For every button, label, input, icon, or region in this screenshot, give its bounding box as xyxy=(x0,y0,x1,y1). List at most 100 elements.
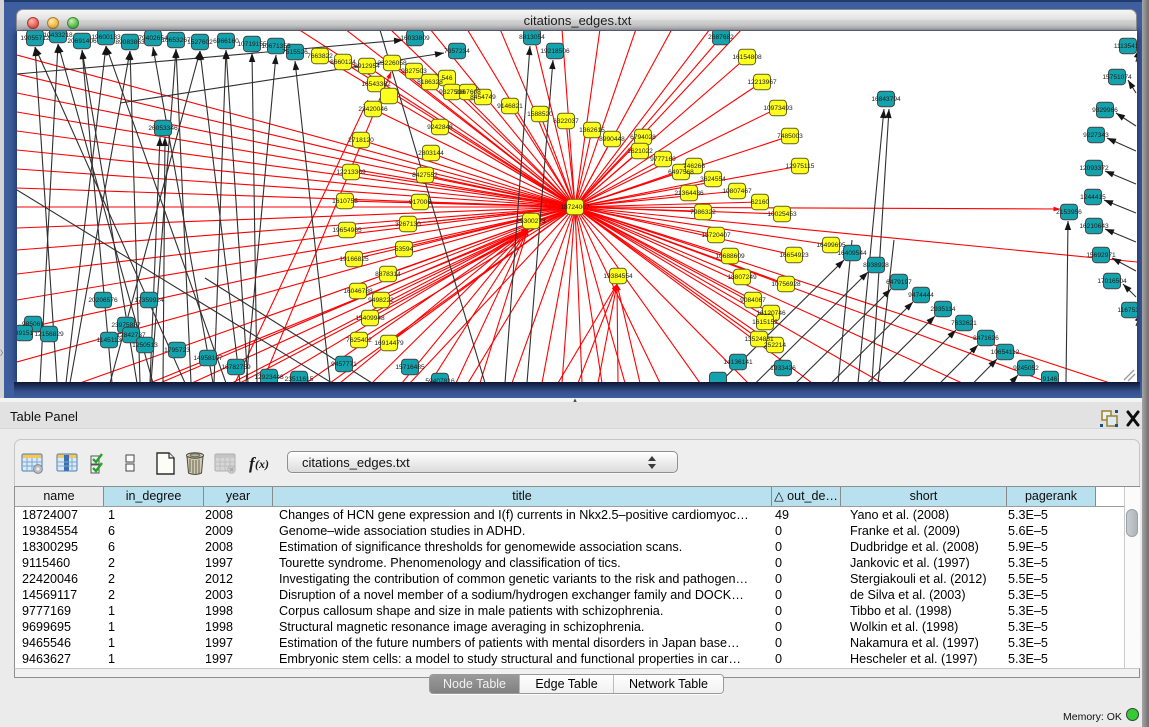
svg-text:19654965: 19654965 xyxy=(332,227,362,234)
svg-text:9146821: 9146821 xyxy=(497,103,523,110)
svg-text:12975115: 12975115 xyxy=(786,163,815,170)
svg-text:8813054: 8813054 xyxy=(519,34,545,41)
svg-text:9329966: 9329966 xyxy=(1092,107,1118,114)
svg-text:546: 546 xyxy=(441,75,452,82)
svg-text:6794028: 6794028 xyxy=(630,134,656,141)
svg-text:21364436: 21364436 xyxy=(674,190,704,197)
svg-text:1615152: 1615152 xyxy=(752,319,778,326)
svg-text:2687682: 2687682 xyxy=(708,34,734,41)
svg-text:8938928: 8938928 xyxy=(863,262,889,269)
svg-text:1244415: 1244415 xyxy=(1080,194,1106,201)
svg-text:15720407: 15720407 xyxy=(701,232,731,239)
svg-text:8186328: 8186328 xyxy=(417,79,443,86)
svg-text:7357234: 7357234 xyxy=(444,48,470,55)
svg-text:18724007: 18724007 xyxy=(560,204,590,211)
svg-text:16914479: 16914479 xyxy=(374,340,404,347)
svg-text:62160: 62160 xyxy=(751,199,770,206)
svg-text:9227343: 9227343 xyxy=(1083,132,1109,139)
svg-text:23226058: 23226058 xyxy=(377,60,407,67)
svg-text:17359924: 17359924 xyxy=(134,297,164,304)
svg-text:10807467: 10807467 xyxy=(722,188,752,195)
svg-text:9084067: 9084067 xyxy=(740,297,766,304)
svg-text:16033809: 16033809 xyxy=(400,35,430,42)
svg-text:1145113: 1145113 xyxy=(97,337,122,344)
svg-text:7515526: 7515526 xyxy=(282,49,308,56)
svg-text:25300273: 25300273 xyxy=(516,218,546,225)
svg-text:8454749: 8454749 xyxy=(470,94,496,101)
svg-text:20206576: 20206576 xyxy=(88,297,118,304)
svg-text:10688609: 10688609 xyxy=(715,253,745,260)
svg-text:9777169: 9777169 xyxy=(650,156,676,163)
svg-text:23975887: 23975887 xyxy=(111,322,141,329)
svg-text:7632621: 7632621 xyxy=(951,320,977,327)
svg-text:15409948: 15409948 xyxy=(355,315,385,322)
svg-text:1527602: 1527602 xyxy=(187,39,213,46)
svg-text:9498222: 9498222 xyxy=(368,297,394,304)
svg-text:1588520: 1588520 xyxy=(527,111,553,118)
svg-text:6497568: 6497568 xyxy=(668,169,694,176)
svg-text:9474444: 9474444 xyxy=(908,292,934,299)
svg-text:252214: 252214 xyxy=(764,342,786,349)
svg-text:18807249: 18807249 xyxy=(727,274,757,281)
svg-text:8990448: 8990448 xyxy=(599,136,625,143)
svg-text:12213369: 12213369 xyxy=(336,169,366,176)
svg-text:10025453: 10025453 xyxy=(767,211,797,218)
svg-text:53594: 53594 xyxy=(395,246,414,253)
svg-text:16543362: 16543362 xyxy=(361,81,391,88)
svg-text:2803144: 2803144 xyxy=(418,150,444,157)
svg-text:8471626: 8471626 xyxy=(973,335,999,342)
svg-text:16046788: 16046788 xyxy=(343,288,373,295)
svg-text:19166825: 19166825 xyxy=(339,256,369,263)
svg-text:8878314: 8878314 xyxy=(375,271,401,278)
svg-text:12213967: 12213967 xyxy=(747,79,777,86)
svg-text:23420046: 23420046 xyxy=(358,106,388,113)
svg-text:746266: 746266 xyxy=(683,163,705,170)
svg-text:16409544: 16409544 xyxy=(837,250,867,257)
svg-text:7986322: 7986322 xyxy=(690,209,716,216)
svg-text:10756928: 10756928 xyxy=(771,281,801,288)
svg-text:2153956: 2153956 xyxy=(1056,209,1082,216)
svg-text:985061: 985061 xyxy=(22,321,44,328)
svg-text:2935114: 2935114 xyxy=(930,306,956,313)
svg-text:15716485: 15716485 xyxy=(395,364,425,371)
svg-text:1795723: 1795723 xyxy=(164,347,190,354)
svg-text:16782759: 16782759 xyxy=(221,364,251,371)
svg-text:16654923: 16654923 xyxy=(779,252,809,259)
svg-text:14958107: 14958107 xyxy=(193,355,223,362)
svg-text:3267130: 3267130 xyxy=(395,221,421,228)
svg-text:917006: 917006 xyxy=(409,199,431,206)
svg-text:12156829: 12156829 xyxy=(34,331,64,338)
svg-text:(x): (x) xyxy=(255,457,269,471)
svg-text:2718120: 2718120 xyxy=(348,137,374,144)
svg-text:10654112: 10654112 xyxy=(991,349,1020,356)
svg-text:1933426: 1933426 xyxy=(770,365,796,372)
svg-text:16154808: 16154808 xyxy=(732,54,762,61)
svg-text:1621022: 1621022 xyxy=(627,148,653,155)
svg-text:19384554: 19384554 xyxy=(603,273,633,280)
svg-text:9327503: 9327503 xyxy=(401,68,427,75)
svg-text:9457771: 9457771 xyxy=(331,361,357,368)
svg-text:9242848: 9242848 xyxy=(427,124,453,131)
svg-text:3624554: 3624554 xyxy=(700,176,726,183)
svg-text:16210643: 16210643 xyxy=(1079,223,1109,230)
svg-text:15692971: 15692971 xyxy=(1086,252,1116,259)
svg-text:6966160: 6966160 xyxy=(213,38,239,45)
svg-text:16843794: 16843794 xyxy=(871,96,901,103)
svg-text:1167535: 1167535 xyxy=(1117,307,1137,314)
svg-text:10973493: 10973493 xyxy=(763,105,793,112)
svg-text:15751074: 15751074 xyxy=(1102,74,1132,81)
svg-text:6322037: 6322037 xyxy=(553,118,579,125)
svg-text:6479197: 6479197 xyxy=(886,279,912,286)
svg-text:39151: 39151 xyxy=(17,330,33,337)
svg-text:1362615: 1362615 xyxy=(579,127,605,134)
svg-text:7485003: 7485003 xyxy=(777,133,803,140)
svg-text:19218506: 19218506 xyxy=(540,48,570,55)
svg-text:9245052: 9245052 xyxy=(1013,365,1039,372)
svg-text:1610755: 1610755 xyxy=(332,198,358,205)
svg-text:1250513: 1250513 xyxy=(132,342,158,349)
svg-text:8912954: 8912954 xyxy=(354,63,380,70)
svg-text:12093372: 12093372 xyxy=(1079,165,1109,172)
svg-text:12923448: 12923448 xyxy=(254,374,284,381)
svg-text:16120746: 16120746 xyxy=(756,310,786,317)
svg-text:8660124: 8660124 xyxy=(330,59,356,66)
